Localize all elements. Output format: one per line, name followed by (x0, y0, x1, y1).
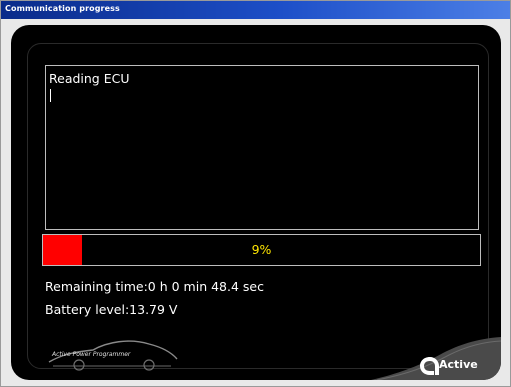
remaining-time-text: Remaining time:0 h 0 min 48.4 sec (45, 279, 264, 294)
title-bar[interactable]: Communication progress (1, 1, 510, 19)
window-title: Communication progress (5, 4, 120, 13)
progress-percent-label: 9% (251, 242, 272, 257)
battery-level-text: Battery level:13.79 V (45, 302, 178, 317)
brand-logo-text: Active (439, 358, 478, 371)
log-output-box[interactable]: Reading ECU (45, 65, 479, 230)
communication-progress-window: Communication progress Reading ECU 9% Re… (0, 0, 511, 387)
log-text: Reading ECU (49, 71, 130, 86)
product-label: Active Power Programmer (52, 351, 131, 358)
progress-bar: 9% (42, 234, 481, 266)
progress-panel: Reading ECU 9% Remaining time:0 h 0 min … (11, 25, 501, 380)
text-caret (50, 89, 51, 102)
